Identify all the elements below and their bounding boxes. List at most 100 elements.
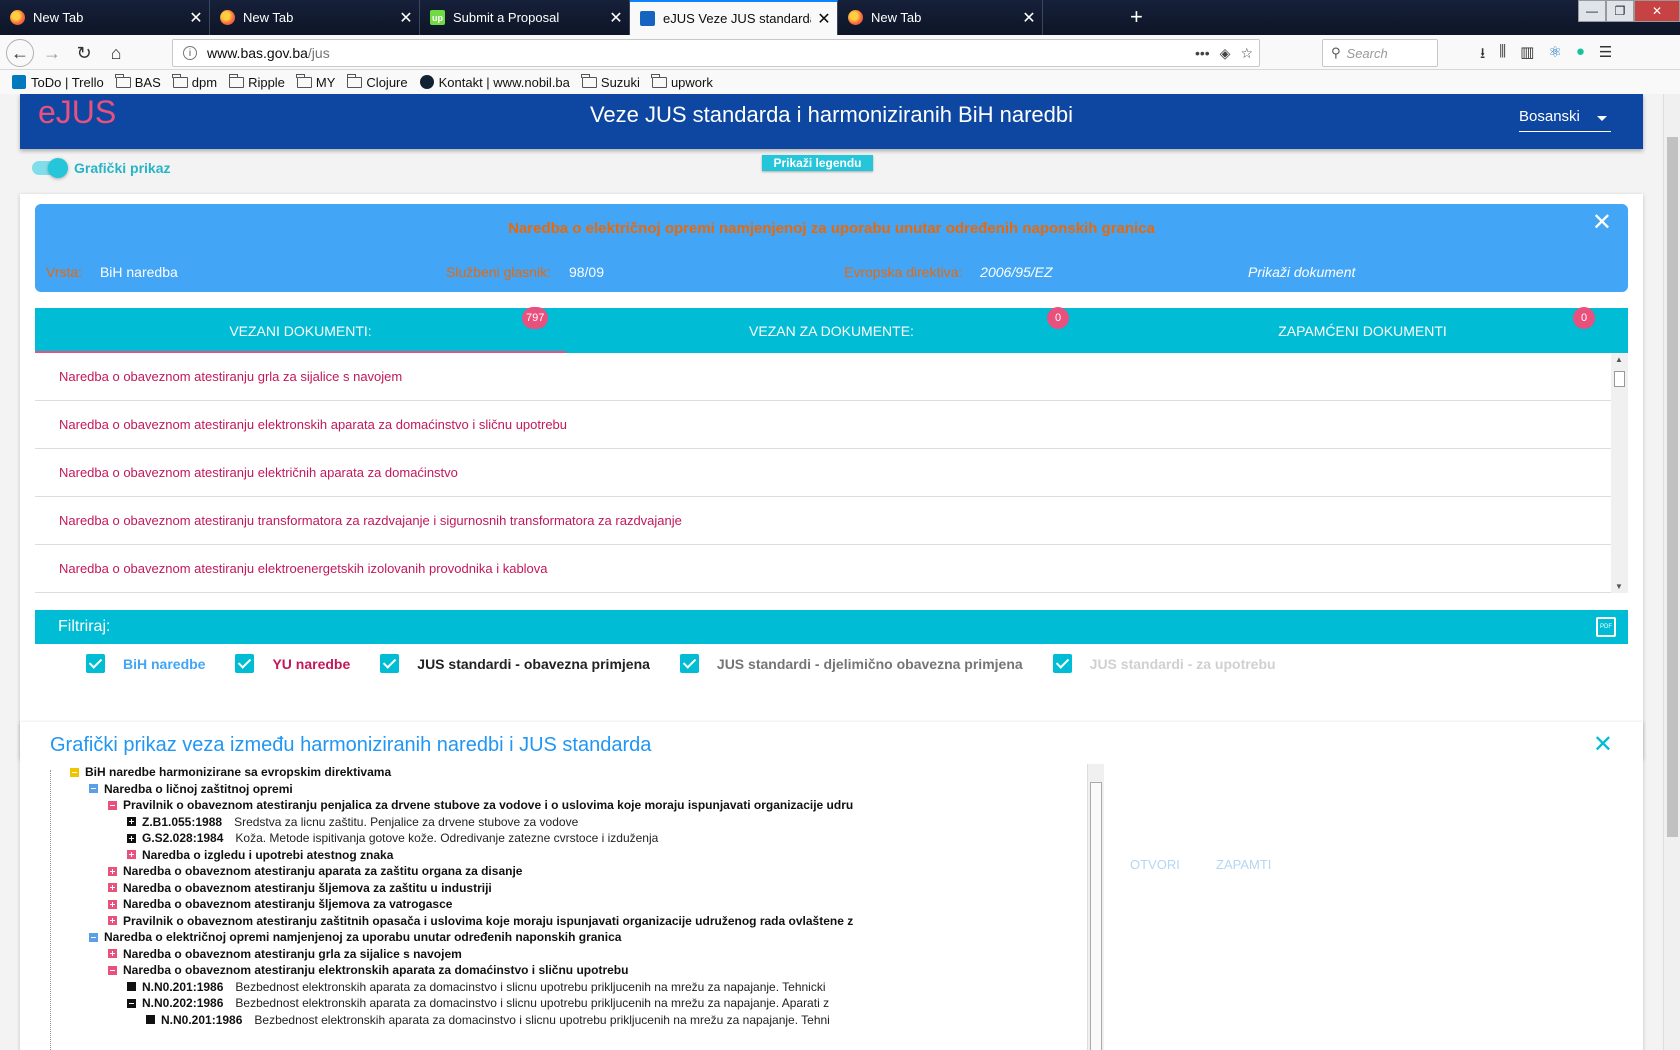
bookmark-item[interactable]: BAS bbox=[115, 73, 161, 90]
bookmark-item[interactable]: MY bbox=[296, 73, 335, 90]
download-icon[interactable]: ⭳ bbox=[1480, 43, 1485, 68]
language-select[interactable]: Bosanski bbox=[1519, 108, 1611, 132]
tree-node[interactable]: Z.B1.055:1988 Sredstva za licnu zaštitu. … bbox=[70, 814, 870, 831]
open-button[interactable]: OTVORI bbox=[1130, 857, 1180, 872]
tree-node[interactable]: Naredba o obaveznom atestiranju šljemova… bbox=[70, 896, 870, 913]
forward-button[interactable]: → bbox=[38, 39, 66, 67]
browser-tab[interactable]: eJUS Veze JUS standarda i harmoniz✕ bbox=[630, 0, 838, 35]
bookmark-label: Ripple bbox=[248, 74, 285, 90]
window-close-button[interactable]: ✕ bbox=[1634, 0, 1680, 22]
collapse-icon[interactable] bbox=[89, 784, 98, 794]
bookmark-item[interactable]: Ripple bbox=[228, 73, 285, 90]
tree-node[interactable]: Naredba o obaveznom atestiranju aparata … bbox=[70, 863, 870, 880]
grammarly-icon[interactable]: ● bbox=[1576, 43, 1585, 68]
tree-node[interactable]: BiH naredbe harmonizirane sa evropskim d… bbox=[70, 764, 870, 781]
tree-scrollbar[interactable] bbox=[1087, 764, 1104, 1050]
leaf-icon[interactable] bbox=[146, 1015, 155, 1025]
collapse-icon[interactable] bbox=[108, 965, 117, 975]
folder-icon bbox=[651, 73, 667, 88]
back-button[interactable]: ← bbox=[6, 39, 34, 67]
tree-node[interactable]: N.N0.201:1986 Bezbednost elektronskih apa… bbox=[70, 979, 870, 996]
list-item[interactable]: Naredba o obaveznom atestiranju grla za … bbox=[35, 353, 1611, 401]
bookmark-star-icon[interactable]: ☆ bbox=[1240, 45, 1253, 62]
graph-view-toggle[interactable] bbox=[32, 158, 68, 178]
bookmark-item[interactable]: dpm bbox=[172, 73, 217, 90]
maximize-button[interactable]: ❐ bbox=[1606, 0, 1634, 22]
sidebar-icon[interactable]: ▥ bbox=[1520, 43, 1534, 68]
pdf-icon[interactable]: PDF bbox=[1596, 617, 1616, 637]
page-scrollbar[interactable] bbox=[1663, 94, 1680, 1050]
bookmark-label: upwork bbox=[670, 74, 713, 90]
filter-bih-checkbox[interactable]: BiH naredbe bbox=[86, 654, 205, 673]
tree-node[interactable]: G.S2.028:1984 Koža. Metode ispitivanja go… bbox=[70, 830, 870, 847]
collapse-icon[interactable] bbox=[89, 932, 98, 942]
filter-yu-checkbox[interactable]: YU naredbe bbox=[235, 654, 350, 673]
bookmark-item[interactable]: Kontakt | www.nobil.ba bbox=[419, 75, 570, 90]
tab-close-icon[interactable]: ✕ bbox=[603, 8, 629, 28]
filter-jus-mandatory-checkbox[interactable]: JUS standardi - obavezna primjena bbox=[380, 654, 650, 673]
expand-icon[interactable] bbox=[108, 949, 117, 959]
url-bar[interactable]: i www.bas.gov.ba/jus ••• ◈ ☆ bbox=[172, 39, 1260, 67]
tab-close-icon[interactable]: ✕ bbox=[1016, 8, 1042, 28]
browser-tab[interactable]: New Tab ✕ bbox=[210, 0, 420, 35]
browser-tab[interactable]: up Submit a Proposal ✕ bbox=[420, 0, 630, 35]
tree-node[interactable]: Naredba o obaveznom atestiranju šljemova… bbox=[70, 880, 870, 897]
tree-node[interactable]: Naredba o izgledu i upotrebi atestnog zn… bbox=[70, 847, 870, 864]
search-input[interactable]: ⚲ Search bbox=[1322, 39, 1438, 67]
tab-close-icon[interactable]: ✕ bbox=[183, 8, 209, 28]
close-icon[interactable]: ✕ bbox=[1593, 730, 1613, 759]
expand-icon[interactable] bbox=[108, 916, 117, 926]
filter-jus-use-checkbox[interactable]: JUS standardi - za upotrebu bbox=[1052, 654, 1276, 673]
show-legend-button[interactable]: Prikaži legendu bbox=[762, 155, 873, 171]
tab-saved-documents[interactable]: ZAPAMĆENI DOKUMENTI bbox=[1097, 308, 1628, 353]
list-item[interactable]: Naredba o obaveznom atestiranju transfor… bbox=[35, 497, 1611, 545]
expand-icon[interactable] bbox=[108, 899, 117, 909]
home-button[interactable]: ⌂ bbox=[102, 39, 130, 67]
tree-node[interactable]: Naredba o obaveznom atestiranju elektron… bbox=[70, 962, 870, 979]
tab-linked-documents[interactable]: VEZANI DOKUMENTI: bbox=[35, 308, 566, 353]
menu-icon[interactable]: ☰ bbox=[1599, 43, 1612, 68]
tree-node[interactable]: Naredba o električnoj opremi namjenjenoj… bbox=[70, 929, 870, 946]
browser-tab[interactable]: New Tab ✕ bbox=[838, 0, 1043, 35]
tree-node[interactable]: N.N0.202:1986 Bezbednost elektronskih apa… bbox=[70, 995, 870, 1012]
tab-close-icon[interactable]: ✕ bbox=[393, 8, 419, 28]
show-document-link[interactable]: Prikaži dokument bbox=[1248, 264, 1355, 280]
leaf-icon[interactable] bbox=[127, 982, 136, 992]
expand-icon[interactable] bbox=[127, 833, 136, 843]
list-scrollbar[interactable]: ▲ ▼ bbox=[1611, 353, 1628, 593]
reload-button[interactable]: ↻ bbox=[70, 39, 98, 67]
expand-icon[interactable] bbox=[108, 866, 117, 876]
tree-node[interactable]: Naredba o obaveznom atestiranju grla za … bbox=[70, 946, 870, 963]
page-actions-icon[interactable]: ••• bbox=[1195, 45, 1210, 62]
tree-node[interactable]: N.N0.201:1986 Bezbednost elektronskih apa… bbox=[70, 1012, 870, 1029]
collapse-icon[interactable] bbox=[70, 767, 79, 777]
expand-icon[interactable] bbox=[127, 817, 136, 827]
list-item[interactable]: Naredba o obaveznom atestiranju elektroe… bbox=[35, 545, 1611, 593]
list-item[interactable]: Naredba o obaveznom atestiranju električ… bbox=[35, 449, 1611, 497]
tree-node[interactable]: Naredba o ličnoj zaštitnoj opremi bbox=[70, 781, 870, 798]
tab-linked-to-documents[interactable]: VEZAN ZA DOKUMENTE: bbox=[566, 308, 1097, 353]
tree-node[interactable]: Pravilnik o obaveznom atestiranju penjal… bbox=[70, 797, 870, 814]
filter-jus-partial-checkbox[interactable]: JUS standardi - djelimično obavezna prim… bbox=[679, 654, 1023, 673]
minimize-button[interactable]: — bbox=[1578, 0, 1606, 22]
collapse-icon[interactable] bbox=[108, 800, 117, 810]
expand-icon[interactable] bbox=[127, 850, 136, 860]
standard-code: N.N0.201:1986 bbox=[161, 1012, 243, 1027]
collapse-icon[interactable] bbox=[127, 998, 136, 1008]
browser-tab[interactable]: New Tab ✕ bbox=[0, 0, 210, 35]
library-icon[interactable]: ⫼ bbox=[1499, 43, 1506, 68]
expand-icon[interactable] bbox=[108, 883, 117, 893]
site-info-icon[interactable]: i bbox=[183, 46, 197, 60]
pocket-icon[interactable]: ◈ bbox=[1220, 45, 1231, 62]
bookmark-item[interactable]: Clojure bbox=[346, 73, 408, 90]
react-devtools-icon[interactable]: ⚛ bbox=[1548, 43, 1561, 68]
bookmark-item[interactable]: ToDo | Trello bbox=[12, 75, 104, 90]
close-icon[interactable]: ✕ bbox=[1592, 208, 1612, 237]
save-button[interactable]: ZAPAMTI bbox=[1216, 857, 1271, 872]
bookmark-item[interactable]: Suzuki bbox=[581, 73, 640, 90]
new-tab-button[interactable]: + bbox=[1130, 4, 1143, 30]
list-item[interactable]: Naredba o obaveznom atestiranju elektron… bbox=[35, 401, 1611, 449]
bookmark-item[interactable]: upwork bbox=[651, 73, 713, 90]
tab-close-icon[interactable]: ✕ bbox=[811, 9, 837, 29]
tree-node[interactable]: Pravilnik o obaveznom atestiranju zaštit… bbox=[70, 913, 870, 930]
